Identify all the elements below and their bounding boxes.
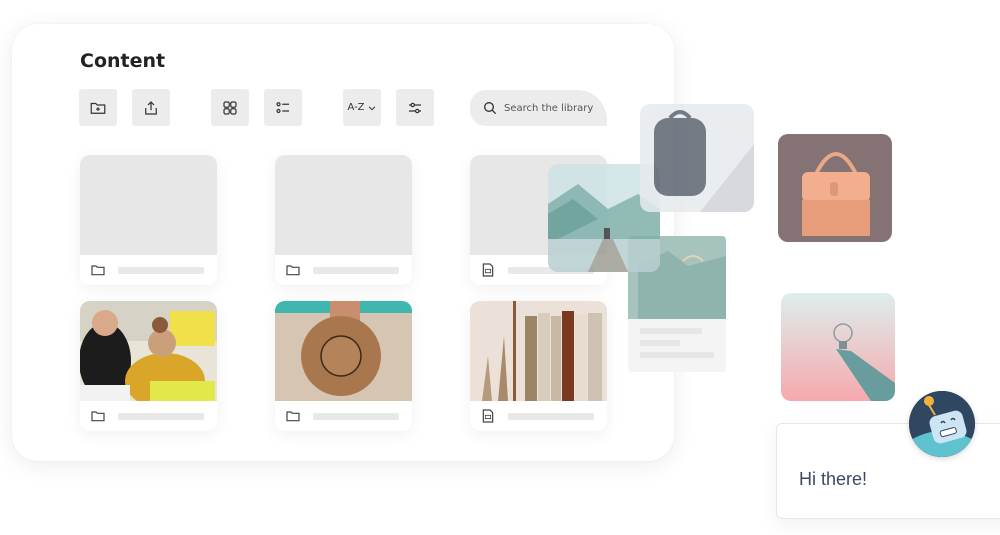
search-icon [484, 102, 497, 115]
folder-icon [286, 265, 300, 276]
content-card[interactable] [80, 301, 217, 431]
card-thumbnail-placeholder [80, 155, 217, 255]
card-title-placeholder [508, 413, 594, 420]
content-card[interactable] [275, 155, 412, 285]
folder-icon [91, 411, 105, 422]
filter-button[interactable] [396, 89, 434, 126]
upload-button[interactable] [132, 89, 170, 126]
card-thumbnail-placeholder [275, 155, 412, 255]
grid-icon [223, 100, 237, 115]
search-input[interactable] [504, 102, 599, 114]
new-folder-button[interactable] [79, 89, 117, 126]
jpg-file-icon [482, 263, 494, 277]
office-photo [80, 301, 217, 401]
search-bar[interactable] [470, 90, 607, 126]
content-card[interactable] [80, 155, 217, 285]
handbag-image [778, 134, 892, 242]
upload-icon [145, 100, 157, 115]
grid-view-button[interactable] [211, 89, 249, 126]
jpg-file-icon [482, 409, 494, 423]
content-card[interactable] [470, 301, 607, 431]
straw-hat-photo [275, 301, 412, 401]
folder-icon [91, 265, 105, 276]
content-card[interactable] [275, 301, 412, 431]
robot-avatar-icon[interactable] [909, 391, 975, 457]
card-title-placeholder [118, 413, 204, 420]
folder-icon [286, 411, 300, 422]
chevron-down-icon [368, 105, 375, 110]
list-view-button[interactable] [264, 89, 302, 126]
list-icon [276, 101, 289, 113]
lightbulb-image [781, 293, 895, 401]
folder-plus-icon [90, 102, 106, 114]
card-title-placeholder [313, 267, 399, 274]
sort-dropdown[interactable]: A-Z [343, 89, 381, 126]
sort-label: A-Z [347, 102, 365, 113]
backpack-image [640, 104, 754, 212]
card-title-placeholder [313, 413, 399, 420]
chat-message: Hi there! [799, 469, 868, 489]
stage: Content A-Z Search the library Hi there! [0, 0, 1000, 535]
sliders-icon [409, 102, 421, 113]
clothes-rack-photo [470, 301, 607, 401]
card-title-placeholder [118, 267, 204, 274]
page-title: Content [80, 50, 166, 72]
